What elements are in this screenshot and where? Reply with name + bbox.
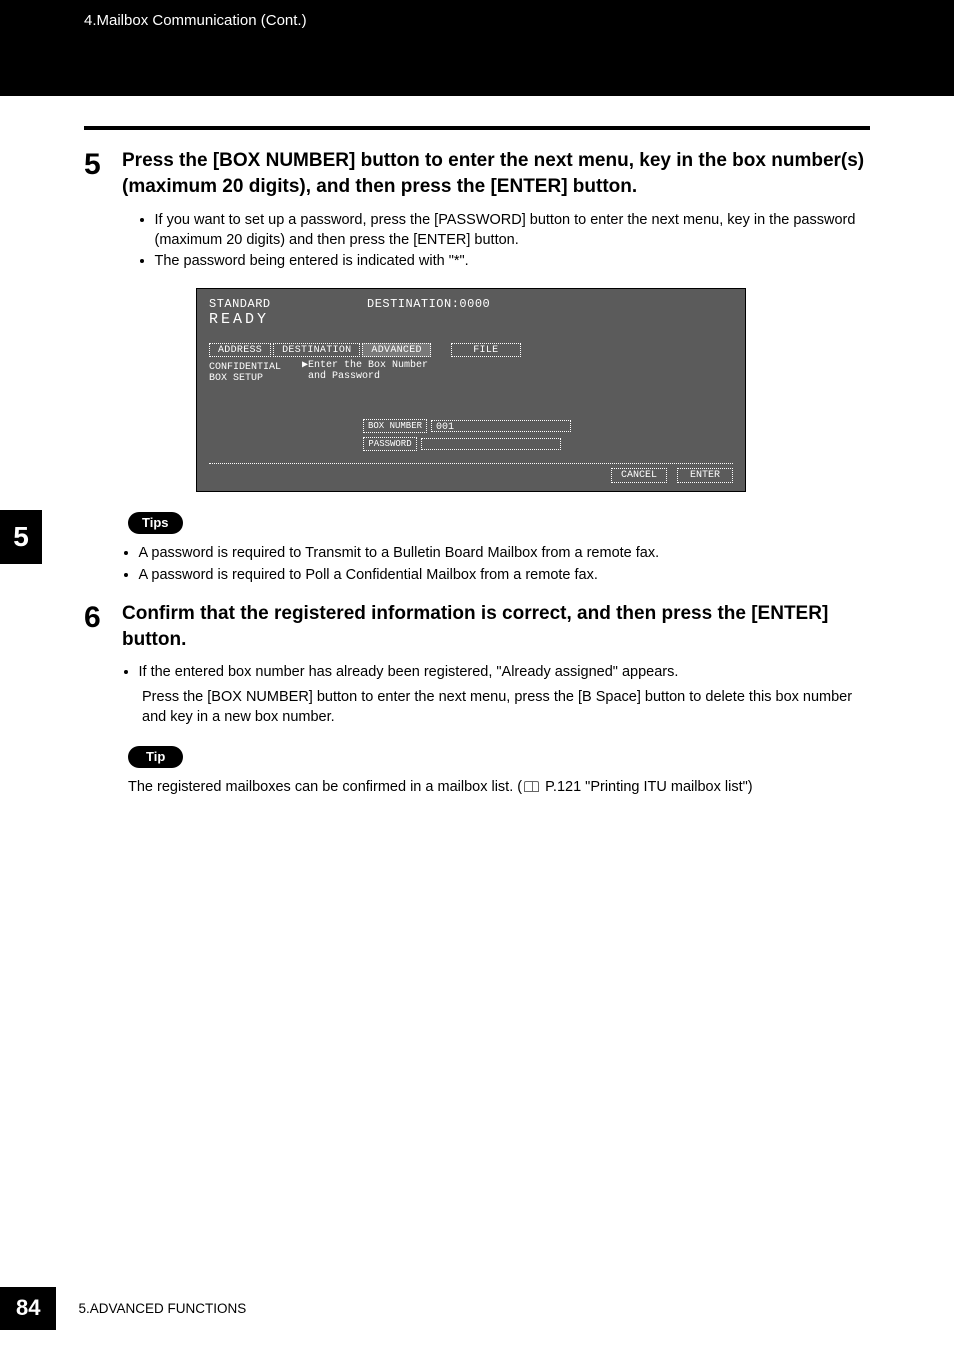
step-number-6: 6: [84, 601, 122, 634]
page-header: 4.Mailbox Communication (Cont.): [0, 0, 954, 96]
lcd-password-row: PASSWORD: [363, 437, 561, 451]
step-5: 5 Press the [BOX NUMBER] button to enter…: [84, 148, 870, 211]
page-number: 84: [0, 1287, 56, 1330]
tip-item-2: A password is required to Poll a Confide…: [139, 566, 871, 586]
lcd-tab-row: ADDRESS DESTINATION ADVANCED FILE: [209, 343, 521, 357]
lcd-bottom-row: CANCEL ENTER: [209, 463, 733, 483]
lcd-panel: STANDARD DESTINATION:0000 READY ADDRESS …: [196, 288, 746, 492]
step6-continuation: Press the [BOX NUMBER] button to enter t…: [142, 688, 870, 727]
tip-text-b: P.121 "Printing ITU mailbox list"): [541, 779, 753, 795]
lcd-boxnumber-row: BOX NUMBER 001: [363, 419, 571, 433]
lcd-password-field[interactable]: [421, 438, 561, 450]
lcd-tab-destination[interactable]: DESTINATION: [273, 343, 360, 357]
chapter-tab-number: 5: [13, 521, 29, 553]
chapter-tab: 5: [0, 510, 42, 564]
footer-section: 5.ADVANCED FUNCTIONS: [78, 1301, 246, 1316]
lcd-ready: READY: [209, 311, 269, 328]
step-number-5: 5: [84, 148, 122, 181]
lcd-hint: ▶Enter the Box Number and Password: [302, 360, 428, 382]
step-6: 6 Confirm that the registered informatio…: [84, 601, 870, 664]
page-footer: 84 5.ADVANCED FUNCTIONS: [0, 1287, 954, 1330]
lcd-boxnumber-field[interactable]: 001: [431, 420, 571, 432]
step-6-heading: Confirm that the registered information …: [122, 601, 870, 652]
lcd-tab-file[interactable]: FILE: [451, 343, 521, 357]
tip-text-a: The registered mailboxes can be confirme…: [128, 779, 522, 795]
tip-item-1: A password is required to Transmit to a …: [139, 544, 871, 564]
step-5-heading: Press the [BOX NUMBER] button to enter t…: [122, 148, 870, 199]
step-6-notes: If the entered box number has already be…: [124, 664, 870, 680]
lcd-standard: STANDARD: [209, 297, 271, 311]
step5-bullet2: The password being entered is indicated …: [155, 252, 871, 272]
tip-text: The registered mailboxes can be confirme…: [128, 778, 870, 798]
lcd-password-button[interactable]: PASSWORD: [363, 437, 417, 451]
step5-bullet1: If you want to set up a password, press …: [155, 211, 871, 250]
step-5-notes: If you want to set up a password, press …: [140, 211, 870, 272]
lcd-tab-advanced[interactable]: ADVANCED: [362, 343, 430, 357]
lcd-tab-address[interactable]: ADDRESS: [209, 343, 271, 357]
divider: [84, 126, 870, 130]
lcd-cancel-button[interactable]: CANCEL: [611, 468, 667, 483]
lcd-left-label: CONFIDENTIAL BOX SETUP: [209, 362, 281, 384]
tips-badge: Tips: [128, 512, 183, 534]
content-area: 5 Press the [BOX NUMBER] button to enter…: [0, 96, 954, 797]
breadcrumb: 4.Mailbox Communication (Cont.): [84, 12, 307, 29]
lcd-enter-button[interactable]: ENTER: [677, 468, 733, 483]
lcd-destination: DESTINATION:0000: [367, 297, 490, 311]
step6-bullet1: If the entered box number has already be…: [139, 664, 871, 680]
tips-list: A password is required to Transmit to a …: [124, 544, 870, 585]
tip-badge: Tip: [128, 746, 183, 768]
book-icon: [524, 781, 539, 792]
lcd-boxnumber-button[interactable]: BOX NUMBER: [363, 419, 427, 433]
